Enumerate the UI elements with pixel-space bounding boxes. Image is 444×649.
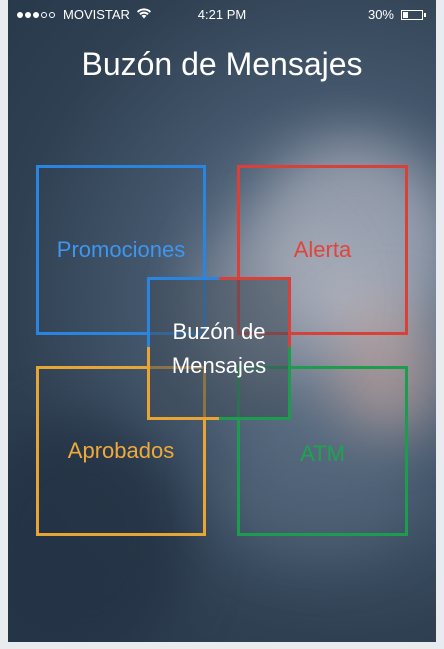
tile-aprobados-label: Aprobados (67, 438, 175, 463)
battery-fill (403, 11, 408, 18)
tile-buzon-de-mensajes[interactable]: Buzón de Mensajes (147, 277, 291, 420)
battery-tip (424, 12, 426, 17)
status-bar: MOVISTAR 4:21 PM 30% (8, 0, 436, 28)
page-title: Buzón de Mensajes (81, 46, 363, 82)
border-segment-red (288, 277, 291, 347)
border-segment-blue (147, 277, 150, 347)
border-segment-yellow (147, 347, 150, 420)
status-right: 30% (367, 7, 426, 22)
battery-percentage: 30% (367, 7, 394, 22)
tile-atm-label: ATM (300, 441, 345, 466)
battery-icon (401, 9, 426, 20)
app-screen: MOVISTAR 4:21 PM 30% Buzón de Mensajes P… (8, 0, 436, 642)
border-segment-blue (147, 277, 219, 280)
tile-buzon-de-mensajes-label: Buzón de Mensajes (171, 318, 267, 378)
border-segment-yellow (147, 417, 219, 420)
device-frame: MOVISTAR 4:21 PM 30% Buzón de Mensajes P… (0, 0, 444, 649)
tile-alerta-label: Alerta (293, 237, 352, 262)
tile-promociones-label: Promociones (56, 237, 186, 262)
border-segment-green (288, 347, 291, 420)
border-segment-red (219, 277, 291, 280)
border-segment-green (219, 417, 291, 420)
